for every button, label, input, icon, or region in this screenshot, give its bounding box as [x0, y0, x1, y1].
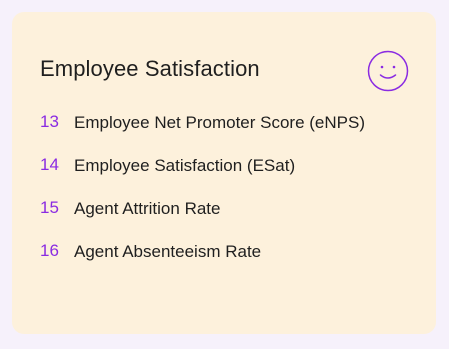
item-label: Agent Attrition Rate: [74, 199, 221, 218]
smiley-face-icon: [367, 50, 409, 92]
list-item[interactable]: 14 Employee Satisfaction (ESat): [40, 152, 410, 184]
item-number: 13: [40, 112, 59, 131]
list-item[interactable]: 16 Agent Absenteeism Rate: [40, 238, 410, 270]
card-title: Employee Satisfaction: [40, 56, 260, 81]
card-header: Employee Satisfaction: [40, 36, 409, 96]
item-label: Agent Absenteeism Rate: [74, 242, 262, 261]
item-label: Employee Net Promoter Score (eNPS): [74, 113, 365, 132]
list-item[interactable]: 13 Employee Net Promoter Score (eNPS): [40, 109, 410, 141]
item-label: Employee Satisfaction (ESat): [74, 156, 296, 175]
metric-list: 13 Employee Net Promoter Score (eNPS) 14…: [40, 109, 410, 281]
item-number: 16: [40, 241, 59, 260]
list-item[interactable]: 15 Agent Attrition Rate: [40, 195, 410, 227]
item-number: 14: [40, 155, 59, 174]
item-number: 15: [40, 198, 59, 217]
